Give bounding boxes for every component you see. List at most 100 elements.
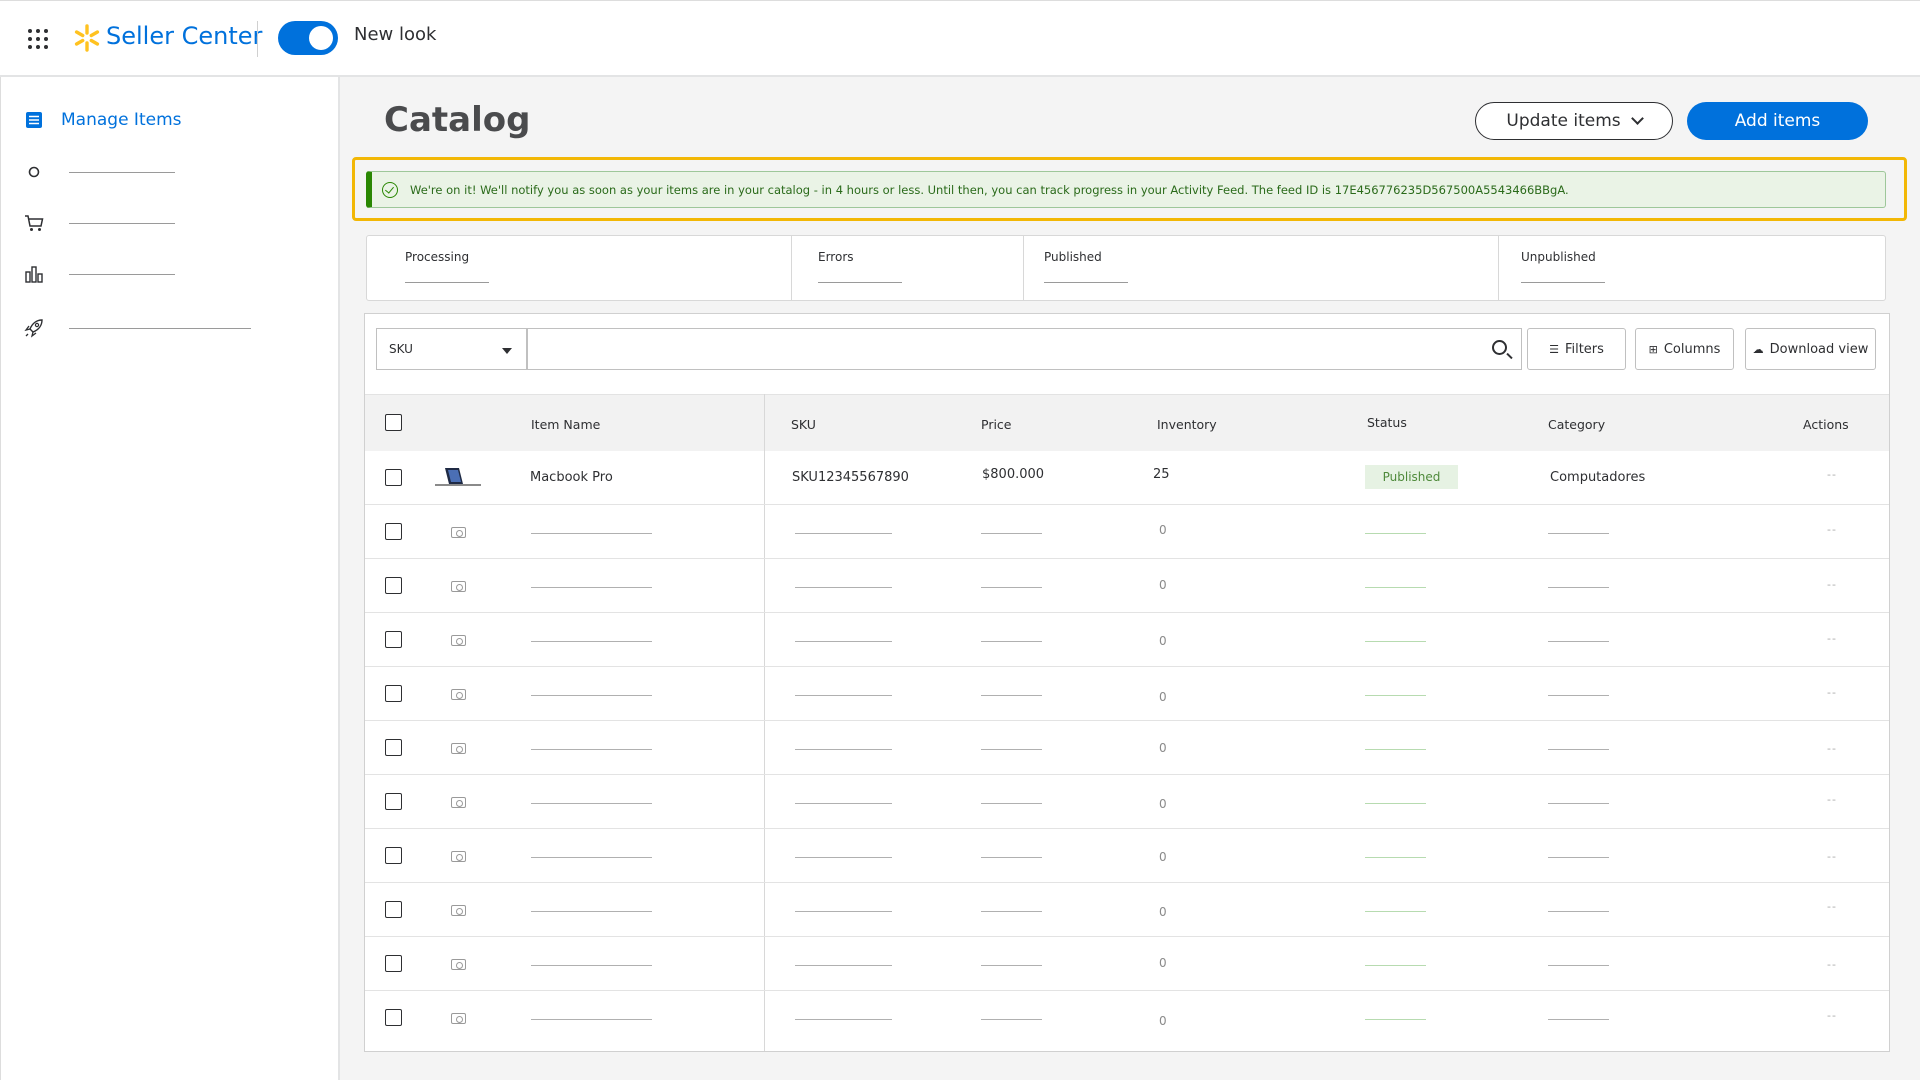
stat-label: Published: [1044, 250, 1102, 264]
table-row[interactable]: 0 --: [365, 775, 1889, 829]
check-circle-icon: [382, 181, 398, 198]
update-items-label: Update items: [1506, 111, 1621, 131]
new-look-toggle[interactable]: [278, 21, 338, 55]
inventory-cell: 0: [1159, 578, 1167, 592]
price-placeholder: [981, 965, 1042, 966]
price-cell: $800.000: [982, 467, 1045, 482]
table-row[interactable]: 0 --: [365, 937, 1889, 991]
table-row[interactable]: Macbook Pro SKU12345567890 $800.000 25 P…: [365, 451, 1889, 505]
header-item-name[interactable]: Item Name: [531, 417, 600, 432]
download-view-button[interactable]: ☁ Download view: [1745, 328, 1876, 370]
image-placeholder-icon: [451, 797, 466, 808]
price-placeholder: [981, 533, 1042, 534]
filters-button[interactable]: ☰ Filters: [1527, 328, 1626, 370]
header-category[interactable]: Category: [1548, 417, 1605, 432]
catalog-table-card: SKU ☰ Filters ⊞ Columns ☁ Download view …: [364, 313, 1890, 1052]
banner-message: We're on it! We'll notify you as soon as…: [410, 182, 1569, 197]
row-checkbox[interactable]: [385, 793, 402, 810]
select-all-checkbox[interactable]: [385, 414, 402, 431]
sku-placeholder: [795, 857, 892, 858]
actions-cell[interactable]: --: [1827, 742, 1837, 755]
price-placeholder: [981, 695, 1042, 696]
item-name-placeholder: [531, 641, 652, 642]
table-row[interactable]: 0 --: [365, 829, 1889, 883]
actions-cell[interactable]: --: [1827, 958, 1837, 971]
image-placeholder-icon: [451, 1013, 466, 1024]
status-badge: Published: [1365, 465, 1458, 489]
stat-unpublished[interactable]: Unpublished: [1499, 236, 1885, 300]
row-checkbox[interactable]: [385, 685, 402, 702]
row-checkbox[interactable]: [385, 847, 402, 864]
actions-cell[interactable]: --: [1827, 523, 1837, 536]
columns-button[interactable]: ⊞ Columns: [1635, 328, 1734, 370]
filters-label: Filters: [1564, 341, 1604, 357]
bar-chart-icon: [25, 266, 43, 283]
table-row[interactable]: 0 --: [365, 883, 1889, 937]
row-checkbox[interactable]: [385, 469, 402, 486]
header-sku[interactable]: SKU: [791, 417, 816, 432]
status-placeholder: [1365, 695, 1426, 696]
status-placeholder: [1365, 965, 1426, 966]
spark-logo-icon: [74, 24, 100, 52]
actions-cell[interactable]: --: [1827, 686, 1837, 699]
update-items-button[interactable]: Update items: [1475, 102, 1673, 140]
header-status[interactable]: Status: [1367, 415, 1407, 430]
actions-cell[interactable]: --: [1827, 578, 1837, 591]
actions-cell[interactable]: --: [1827, 1009, 1837, 1022]
table-row[interactable]: 0 --: [365, 505, 1889, 559]
actions-cell[interactable]: --: [1827, 850, 1837, 863]
row-checkbox[interactable]: [385, 739, 402, 756]
header-price[interactable]: Price: [981, 417, 1012, 432]
status-placeholder: [1365, 587, 1426, 588]
actions-cell[interactable]: --: [1827, 632, 1837, 645]
sidebar-item-3[interactable]: [23, 263, 175, 285]
status-placeholder: [1365, 1019, 1426, 1020]
header-divider: [257, 21, 258, 57]
search-input[interactable]: [527, 328, 1522, 370]
brand-name[interactable]: Seller Center: [106, 22, 262, 50]
table-row[interactable]: 0 --: [365, 667, 1889, 721]
actions-cell[interactable]: --: [1827, 900, 1837, 913]
status-placeholder: [1365, 533, 1426, 534]
status-placeholder: [1365, 749, 1426, 750]
table-row[interactable]: 0 --: [365, 613, 1889, 667]
toggle-knob: [309, 26, 333, 50]
sidebar-placeholder-line: [69, 171, 175, 173]
category-placeholder: [1548, 857, 1609, 858]
price-placeholder: [981, 749, 1042, 750]
stat-errors[interactable]: Errors: [792, 236, 1024, 300]
sidebar-item-4[interactable]: [23, 317, 251, 339]
header-inventory[interactable]: Inventory: [1157, 417, 1217, 432]
list-icon: [26, 112, 42, 128]
row-checkbox[interactable]: [385, 901, 402, 918]
stat-published[interactable]: Published: [1024, 236, 1499, 300]
row-checkbox[interactable]: [385, 631, 402, 648]
circle-icon: [28, 166, 40, 178]
item-name-cell[interactable]: Macbook Pro: [530, 470, 613, 485]
search-field-select[interactable]: SKU: [376, 328, 527, 370]
price-placeholder: [981, 1019, 1042, 1020]
category-cell: Computadores: [1550, 470, 1646, 485]
sidebar-item-1[interactable]: [23, 161, 175, 183]
actions-cell[interactable]: --: [1827, 793, 1837, 806]
stat-processing[interactable]: Processing: [367, 236, 792, 300]
rocket-icon: [24, 319, 43, 338]
stat-value-placeholder: [818, 282, 902, 283]
table-row[interactable]: 0 --: [365, 559, 1889, 613]
cart-icon: [25, 215, 44, 231]
app-grid-icon[interactable]: [28, 29, 48, 49]
table-row[interactable]: 0 --: [365, 991, 1889, 1045]
row-checkbox[interactable]: [385, 523, 402, 540]
search-icon[interactable]: [1492, 340, 1507, 355]
row-checkbox[interactable]: [385, 577, 402, 594]
item-name-placeholder: [531, 695, 652, 696]
table-row[interactable]: 0 --: [365, 721, 1889, 775]
row-checkbox[interactable]: [385, 1009, 402, 1026]
add-items-button[interactable]: Add items: [1687, 102, 1868, 140]
sidebar-placeholder-line: [69, 222, 175, 224]
sidebar-item-2[interactable]: [23, 212, 175, 234]
row-checkbox[interactable]: [385, 955, 402, 972]
sidebar-item-manage-items[interactable]: Manage Items: [23, 109, 182, 131]
actions-cell[interactable]: --: [1827, 468, 1837, 481]
selected-field: SKU: [389, 342, 413, 356]
